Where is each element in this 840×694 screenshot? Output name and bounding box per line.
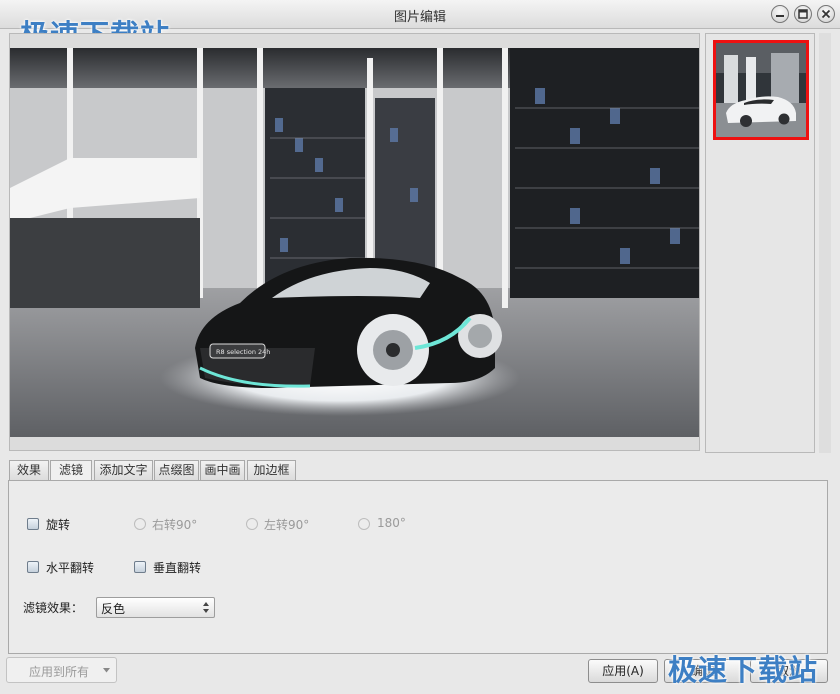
tab-filter[interactable]: 滤镜 bbox=[50, 460, 92, 481]
maximize-icon bbox=[798, 9, 808, 19]
filter-panel bbox=[8, 480, 828, 654]
spinner-arrows-icon bbox=[203, 602, 209, 613]
rotate-right-90-label: 右转90° bbox=[152, 518, 198, 532]
tab-picture-in-picture[interactable]: 画中画 bbox=[200, 460, 245, 480]
thumbnail-item-selected[interactable] bbox=[713, 40, 809, 140]
minimize-icon bbox=[776, 15, 784, 17]
minimize-button[interactable] bbox=[771, 5, 789, 23]
flip-horizontal-checkbox[interactable] bbox=[27, 561, 39, 573]
rotate-right-90-radio[interactable] bbox=[134, 518, 146, 530]
tab-add-text[interactable]: 添加文字 bbox=[94, 460, 153, 480]
rotate-label: 旋转 bbox=[46, 518, 71, 532]
thumbnail-panel bbox=[705, 33, 815, 453]
rotate-left-90-radio[interactable] bbox=[246, 518, 258, 530]
rotate-checkbox[interactable] bbox=[27, 518, 39, 530]
rotate-180-label: 180° bbox=[377, 516, 406, 530]
flip-vertical-checkbox[interactable] bbox=[134, 561, 146, 573]
thumbnail-scrollbar[interactable] bbox=[819, 33, 831, 453]
maximize-button[interactable] bbox=[794, 5, 812, 23]
watermark-bottom: 极速下载站 bbox=[668, 653, 819, 687]
image-preview: R8 selection 24h bbox=[9, 33, 700, 451]
preview-photo: R8 selection 24h bbox=[10, 48, 699, 437]
rotate-left-90-label: 左转90° bbox=[264, 518, 310, 532]
apply-to-all-dropdown[interactable]: 应用到所有 bbox=[6, 657, 117, 683]
tab-effects[interactable]: 效果 bbox=[9, 460, 49, 480]
tab-add-border[interactable]: 加边框 bbox=[247, 460, 296, 480]
apply-button[interactable]: 应用(A) bbox=[588, 659, 658, 683]
flip-horizontal-label: 水平翻转 bbox=[46, 561, 95, 575]
photo-badge-text: R8 selection 24h bbox=[216, 348, 270, 356]
close-button[interactable] bbox=[817, 5, 835, 23]
thumbnail-image bbox=[716, 43, 806, 137]
tab-decoration[interactable]: 点缀图 bbox=[154, 460, 199, 480]
apply-to-all-label: 应用到所有 bbox=[29, 665, 90, 679]
filter-effect-label: 滤镜效果： bbox=[23, 601, 84, 615]
flip-vertical-label: 垂直翻转 bbox=[153, 561, 202, 575]
rotate-180-radio[interactable] bbox=[358, 518, 370, 530]
close-icon bbox=[821, 9, 831, 19]
filter-effect-value: 反色 bbox=[101, 602, 126, 616]
chevron-down-icon bbox=[103, 668, 110, 673]
filter-effect-select[interactable]: 反色 bbox=[96, 597, 215, 618]
